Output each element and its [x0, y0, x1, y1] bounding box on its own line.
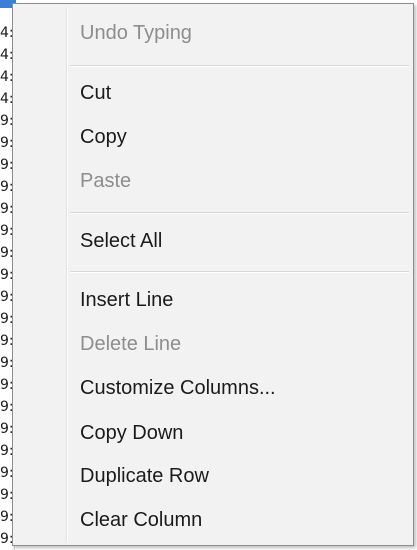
menu-item-duplicate-row[interactable]: Duplicate Row — [80, 465, 209, 488]
menu-item-paste[interactable]: Paste — [80, 170, 131, 193]
screen: 4: 4: 4: 4: 9: 9: 9: 9: 9: 9: 9: 9: 9: 9: 9: 9: 9: 9: 9: 9:… — [0, 0, 417, 550]
menu-item-cut[interactable]: Cut — [80, 82, 111, 105]
menu-item-customize-columns[interactable]: Customize Columns... — [80, 377, 276, 400]
context-menu: Undo Typing Cut Copy Paste Select All In… — [12, 3, 414, 546]
menu-separator — [70, 212, 409, 214]
menu-item-clear-column[interactable]: Clear Column — [80, 509, 202, 532]
menu-item-select-all[interactable]: Select All — [80, 230, 162, 253]
menu-item-undo-typing[interactable]: Undo Typing — [80, 22, 192, 45]
menu-item-delete-line[interactable]: Delete Line — [80, 333, 181, 356]
menu-item-copy[interactable]: Copy — [80, 126, 127, 149]
menu-icon-gutter-divider — [66, 7, 68, 542]
menu-separator — [70, 65, 409, 67]
menu-item-copy-down[interactable]: Copy Down — [80, 422, 183, 445]
menu-item-insert-line[interactable]: Insert Line — [80, 289, 173, 312]
menu-separator — [70, 271, 409, 273]
